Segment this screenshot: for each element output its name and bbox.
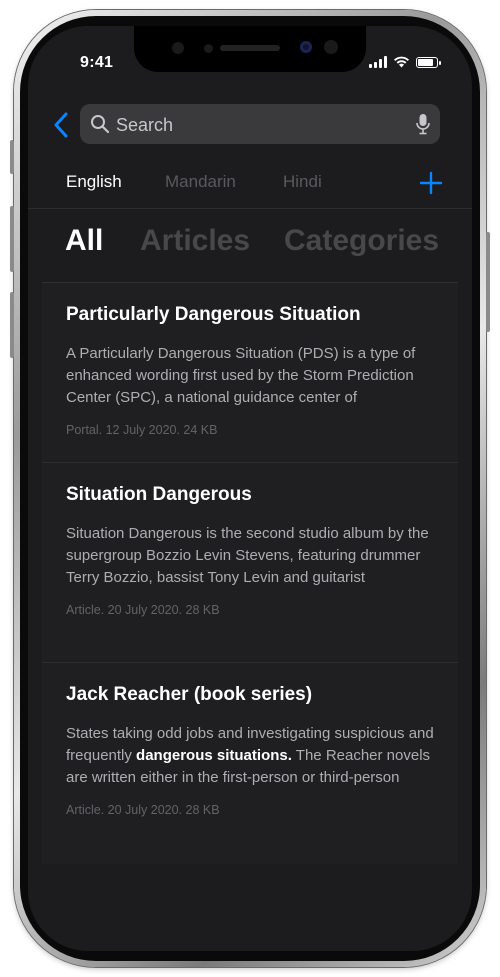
search-input[interactable]: [114, 104, 398, 146]
search-results-list: Particularly Dangerous Situation A Parti…: [42, 282, 458, 864]
tab-language-hindi[interactable]: Hindi: [283, 172, 322, 192]
search-bar-row: [28, 104, 472, 146]
result-title: Particularly Dangerous Situation: [66, 304, 361, 325]
status-time: 9:41: [80, 54, 114, 71]
back-chevron-icon[interactable]: [50, 110, 74, 140]
tab-language-english[interactable]: English: [66, 172, 122, 192]
result-title: Jack Reacher (book series): [66, 684, 313, 705]
plus-icon[interactable]: [418, 170, 444, 196]
filter-tabs: All Articles Categories: [28, 208, 472, 282]
result-card[interactable]: Situation Dangerous Situation Dangerous …: [42, 462, 458, 662]
result-snippet: A Particularly Dangerous Situation (PDS)…: [66, 345, 416, 406]
tab-language-mandarin[interactable]: Mandarin: [165, 172, 236, 192]
notch: [134, 26, 366, 72]
result-title: Situation Dangerous: [66, 484, 252, 505]
result-card[interactable]: Particularly Dangerous Situation A Parti…: [42, 282, 458, 462]
search-icon: [91, 115, 110, 134]
volume-down-button: [10, 292, 14, 358]
battery-icon: [416, 56, 441, 68]
result-meta: Portal. 12 July 2020. 24 KB: [66, 423, 218, 437]
status-bar: 9:41: [28, 26, 472, 86]
silent-switch: [10, 140, 14, 174]
tab-filter-articles[interactable]: Articles: [140, 224, 250, 258]
result-meta: Article. 20 July 2020. 28 KB: [66, 603, 220, 617]
tab-filter-categories[interactable]: Categories: [284, 224, 439, 258]
result-snippet: States taking odd jobs and investigating…: [66, 723, 436, 789]
search-field[interactable]: [80, 104, 440, 146]
result-snippet-highlight: dangerous situations.: [136, 747, 292, 764]
microphone-icon[interactable]: [416, 113, 430, 135]
volume-up-button: [10, 206, 14, 272]
result-meta: Article. 20 July 2020. 28 KB: [66, 803, 220, 817]
status-icons: [369, 56, 441, 68]
tab-filter-all[interactable]: All: [65, 224, 103, 258]
power-button: [486, 232, 490, 332]
result-snippet: Situation Dangerous is the second studio…: [66, 525, 429, 586]
language-tabs: English Mandarin Hindi: [28, 162, 472, 209]
signal-icon: [369, 56, 387, 68]
wifi-icon: [394, 56, 409, 68]
screen: 9:41 Search English Mandarin Hindi All A…: [28, 26, 472, 951]
result-card[interactable]: Jack Reacher (book series) States taking…: [42, 662, 458, 864]
